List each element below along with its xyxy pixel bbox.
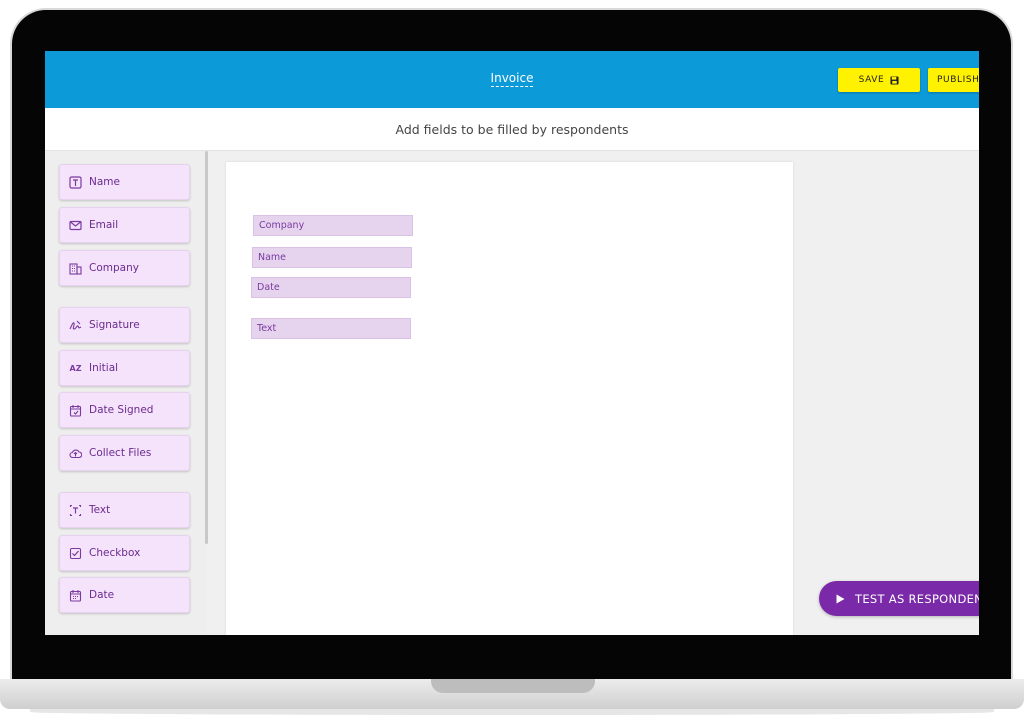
instruction-text: Add fields to be filled by respondents <box>395 122 629 137</box>
field-button-company[interactable]: Company <box>59 250 190 286</box>
placed-field-company[interactable]: Company <box>253 215 413 236</box>
initials-icon: AZ <box>69 363 82 373</box>
save-button-label: SAVE <box>858 75 885 85</box>
publish-button[interactable]: PUBLISH <box>928 68 979 92</box>
field-button-label: Collect Files <box>89 447 152 459</box>
field-button-date-signed[interactable]: Date Signed <box>59 392 190 428</box>
field-button-label: Initial <box>89 362 119 374</box>
field-button-label: Signature <box>89 319 140 331</box>
field-button-checkbox[interactable]: Checkbox <box>59 535 190 571</box>
cloud-upload-icon <box>69 447 82 460</box>
calendar-icon <box>69 589 82 602</box>
field-button-name[interactable]: Name <box>59 164 190 200</box>
envelope-icon <box>69 219 82 232</box>
field-button-collect-files[interactable]: Collect Files <box>59 435 190 471</box>
placed-field-label: Company <box>259 220 305 231</box>
field-button-label: Company <box>89 262 139 274</box>
app-screen: Invoice SAVE PUBLISH Add fields to be fi… <box>45 51 979 635</box>
field-button-date[interactable]: Date <box>59 577 190 613</box>
field-button-label: Date Signed <box>89 404 154 416</box>
placed-field-date[interactable]: Date <box>251 277 411 298</box>
field-button-email[interactable]: Email <box>59 207 190 243</box>
field-button-label: Date <box>89 589 115 601</box>
field-button-label: Email <box>89 219 119 231</box>
save-button[interactable]: SAVE <box>838 68 920 92</box>
field-button-label: Checkbox <box>89 547 141 559</box>
instruction-bar: Add fields to be filled by respondents <box>45 108 979 151</box>
placed-field-name[interactable]: Name <box>252 247 412 268</box>
floppy-disk-icon <box>890 75 899 85</box>
text-box-icon <box>69 175 82 189</box>
text-cursor-icon <box>69 504 82 517</box>
placed-field-label: Date <box>257 282 280 293</box>
placed-field-label: Name <box>258 252 287 263</box>
field-button-signature[interactable]: Signature <box>59 307 190 343</box>
building-icon <box>69 262 82 275</box>
laptop-base-shadow <box>30 709 994 715</box>
calendar-signed-icon <box>69 404 82 417</box>
sidebar-scrollbar[interactable] <box>205 151 208 544</box>
placed-field-label: Text <box>257 323 277 334</box>
top-bar: Invoice SAVE PUBLISH <box>45 51 979 108</box>
test-as-respondent-label: TEST AS RESPONDENT <box>855 591 979 606</box>
field-button-label: Name <box>89 176 120 188</box>
publish-button-label: PUBLISH <box>937 75 979 85</box>
checkbox-icon <box>69 547 82 560</box>
field-button-initial[interactable]: AZ Initial <box>59 350 190 386</box>
laptop-notch <box>431 679 595 693</box>
test-as-respondent-button[interactable]: TEST AS RESPONDENT <box>819 581 979 616</box>
document-page[interactable]: Company Name Date Text <box>226 162 793 635</box>
document-title-text[interactable]: Invoice <box>490 71 534 87</box>
placed-field-text[interactable]: Text <box>251 318 411 339</box>
play-icon <box>836 594 845 603</box>
signature-icon <box>69 319 82 332</box>
field-button-text[interactable]: Text <box>59 492 190 528</box>
field-button-label: Text <box>89 504 111 516</box>
